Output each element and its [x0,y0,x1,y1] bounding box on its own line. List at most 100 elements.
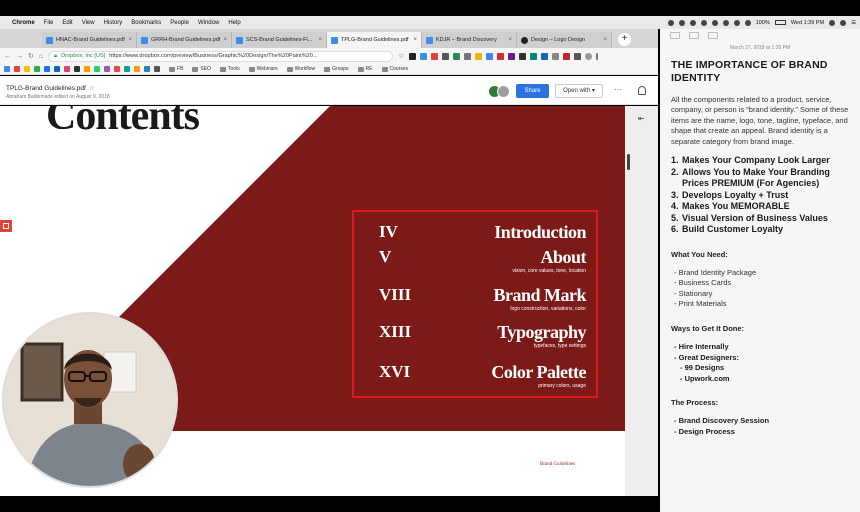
open-with-button[interactable]: Open with ▾ [555,84,603,98]
list-item[interactable]: 2. Allows You to Make Your Branding Price… [671,167,849,190]
status-icon[interactable] [700,19,707,26]
status-icon[interactable] [722,19,729,26]
close-tab-icon[interactable]: × [128,37,132,43]
collaborator-avatars[interactable] [488,85,510,98]
note-title[interactable]: THE IMPORTANCE OF BRAND IDENTITY [660,59,860,85]
new-tab-button[interactable]: + [618,33,631,46]
clock[interactable]: Wed 1:39 PM [791,20,824,26]
avatar[interactable] [497,85,510,98]
bookmark-icon[interactable] [94,66,100,72]
profile-avatar[interactable] [585,52,593,60]
section-heading[interactable]: What You Need: [660,250,860,259]
battery-percent[interactable]: 100% [756,20,770,26]
extension-icon[interactable] [530,52,538,60]
extension-icon[interactable] [497,52,505,60]
edit-note-icon[interactable] [670,32,680,39]
bookmark-icon[interactable] [14,66,20,72]
note-paragraph[interactable]: All the components related to a product,… [660,95,860,147]
list-item[interactable]: 1. Makes Your Company Look Larger [671,155,849,167]
notification-bell-icon[interactable] [638,86,646,95]
list-item[interactable]: 5. Visual Version of Business Values [671,213,849,225]
browser-tab[interactable]: Design – Logo Design × [517,32,612,48]
browser-tab[interactable]: SCS-Brand Guidelines-Fi... × [232,32,327,48]
menu-app-name[interactable]: Chrome [12,20,35,26]
close-tab-icon[interactable]: × [508,37,512,43]
list-item[interactable]: - Hire Internally [674,342,849,353]
avatar[interactable] [840,19,847,26]
bookmark-icon[interactable] [144,66,150,72]
wifi-icon[interactable] [733,19,740,26]
section-heading[interactable]: The Process: [660,398,860,407]
star-icon[interactable]: ☆ [89,85,95,92]
menu-window[interactable]: Window [198,20,219,26]
browser-tab[interactable]: KDJR – Brand Discovery × [422,32,517,48]
extension-icon[interactable] [442,52,450,60]
status-icon[interactable] [711,19,718,26]
forward-icon[interactable]: → [16,53,23,60]
menu-people[interactable]: People [170,20,189,26]
browser-tab[interactable]: GRRH-Brand Guidelines.pdf × [137,32,232,48]
status-icon[interactable] [689,19,696,26]
bookmark-icon[interactable] [114,66,120,72]
bookmark-folder[interactable]: RE [358,66,373,72]
bookmark-folder[interactable]: Courses [382,66,409,72]
menu-list-icon[interactable]: ☰ [851,20,856,26]
list-item[interactable]: - Business Cards [674,278,849,289]
bookmark-folder[interactable]: FB [169,66,183,72]
close-tab-icon[interactable]: × [603,37,607,43]
list-item[interactable]: - 99 Designs [674,363,849,374]
record-indicator[interactable] [0,220,12,232]
more-options-button[interactable]: ··· [614,85,622,94]
checklist-icon[interactable] [689,32,699,39]
section-heading[interactable]: Ways to Get It Done: [660,324,860,333]
bookmark-icon[interactable] [124,66,130,72]
share-button[interactable]: Share [516,84,549,98]
bookmark-folder[interactable]: Webinars [249,66,278,72]
list-item[interactable]: - Design Process [674,427,849,438]
bookmark-icon[interactable] [84,66,90,72]
browser-tab-active[interactable]: TPLG-Brand Guidelines.pdf × [327,32,422,48]
list-item[interactable]: - Great Designers: [674,353,849,364]
list-item[interactable]: - Print Materials [674,299,849,310]
menu-help[interactable]: Help [228,20,240,26]
close-tab-icon[interactable]: × [318,37,322,43]
share-note-icon[interactable] [708,32,718,39]
volume-icon[interactable] [744,19,751,26]
browser-tab[interactable]: HNAC-Brand Guidelines.pdf × [42,32,137,48]
list-item[interactable]: - Brand Discovery Session [674,416,849,427]
bookmark-icon[interactable] [64,66,70,72]
menu-view[interactable]: View [82,20,95,26]
scrollbar[interactable] [627,154,630,170]
search-icon[interactable] [829,19,836,26]
bookmark-icon[interactable] [104,66,110,72]
extension-icon[interactable] [519,52,527,60]
bookmark-icon[interactable] [134,66,140,72]
extension-icon[interactable] [431,52,439,60]
status-icon[interactable] [667,19,674,26]
back-icon[interactable]: ← [4,53,11,60]
bookmark-folder[interactable]: Tools [220,66,240,72]
collapse-sidebar-button[interactable]: ⇤ [638,114,645,123]
menu-edit[interactable]: Edit [62,20,72,26]
list-item[interactable]: 4. Makes You MEMORABLE [671,201,849,213]
bookmark-icon[interactable] [4,66,10,72]
close-tab-icon[interactable]: × [223,37,227,43]
more-menu-icon[interactable] [596,52,599,60]
close-tab-icon[interactable]: × [413,37,417,43]
reload-icon[interactable]: ↻ [28,52,34,60]
extension-icon[interactable] [508,52,516,60]
extension-icon[interactable] [552,52,560,60]
extension-icon[interactable] [409,52,417,60]
list-item[interactable]: - Brand Identity Package [674,268,849,279]
bookmark-icon[interactable] [154,66,160,72]
bookmark-star-icon[interactable]: ☆ [398,52,404,60]
menu-history[interactable]: History [104,20,123,26]
extension-icon[interactable] [420,52,428,60]
home-icon[interactable]: ⌂ [39,53,43,60]
bookmark-folder[interactable]: Workflow [287,66,315,72]
menu-bookmarks[interactable]: Bookmarks [131,20,161,26]
list-item[interactable]: - Upwork.com [674,374,849,385]
menu-file[interactable]: File [44,20,54,26]
bookmark-icon[interactable] [24,66,30,72]
bookmark-icon[interactable] [44,66,50,72]
